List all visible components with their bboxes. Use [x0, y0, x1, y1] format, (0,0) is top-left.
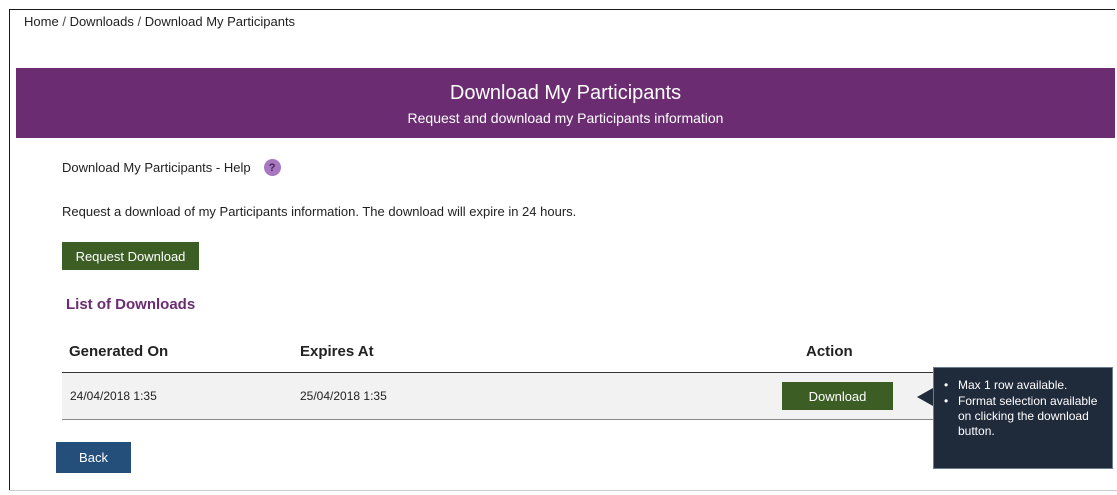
page-header-banner: Download My Participants Request and dow… — [16, 68, 1115, 138]
column-header-generated-on: Generated On — [69, 343, 169, 360]
page-bottom-border — [9, 490, 1117, 491]
expires-at-cell: 25/04/2018 1:35 — [300, 389, 387, 403]
question-icon[interactable]: ? — [263, 159, 281, 176]
info-tooltip: • Max 1 row available. • Format selection … — [933, 367, 1113, 469]
tooltip-pointer — [917, 388, 933, 406]
breadcrumb-separator: / — [62, 14, 66, 29]
help-label: Download My Participants - Help — [62, 160, 251, 175]
breadcrumb-separator: / — [137, 14, 142, 29]
column-header-expires-at: Expires At — [300, 343, 374, 360]
request-download-button[interactable]: Request Download — [62, 242, 199, 270]
column-header-action: Action — [806, 343, 853, 360]
intro-text: Request a download of my Participants in… — [62, 204, 577, 219]
back-button[interactable]: Back — [56, 442, 131, 473]
download-button[interactable]: Download — [782, 382, 893, 410]
table-row: 24/04/2018 1:35 25/04/2018 1:35 Download — [62, 373, 975, 420]
breadcrumb-downloads[interactable]: Downloads — [70, 14, 134, 29]
page-title: Download My Participants — [449, 82, 682, 104]
generated-on-cell: 24/04/2018 1:35 — [70, 389, 157, 403]
breadcrumb: Home / Downloads / Download My Participa… — [24, 14, 295, 29]
downloads-heading: List of Downloads — [66, 296, 196, 313]
tooltip-bullet: • Max 1 row available. — [944, 378, 1068, 392]
page-subtitle: Request and download my Participants inf… — [407, 110, 724, 126]
tooltip-bullet: • Format selection available on clicking … — [944, 394, 1098, 438]
help-row: Download My Participants - Help ? — [62, 159, 281, 176]
breadcrumb-home[interactable]: Home — [24, 14, 59, 29]
breadcrumb-current: Download My Participants — [144, 14, 296, 29]
